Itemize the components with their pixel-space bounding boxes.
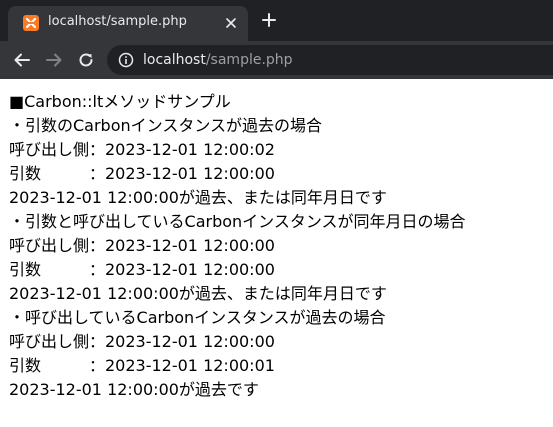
output-lines: ■Carbon::ltメソッドサンプル ・引数のCarbonインスタンスが過去の… — [9, 90, 466, 402]
arrow-right-icon[interactable] — [45, 51, 63, 69]
tab-title: localhost/sample.php — [48, 14, 187, 29]
browser-tab[interactable]: localhost/sample.php — [8, 6, 248, 41]
output-line: ■Carbon::ltメソッドサンプル — [9, 92, 231, 111]
output-line: 2023-12-01 12:00:00が過去、または同年月日です — [9, 188, 387, 207]
output-line: 2023-12-01 12:00:00が過去です — [9, 380, 259, 399]
address-bar[interactable]: localhost/sample.php — [107, 45, 553, 75]
url-path: /sample.php — [205, 52, 293, 68]
reload-icon[interactable] — [77, 51, 95, 69]
tab-strip: localhost/sample.php — [0, 0, 553, 41]
info-icon[interactable] — [118, 52, 134, 68]
output-line: 呼び出し側：2023-12-01 12:00:00 — [9, 236, 275, 255]
output-line: ・引数のCarbonインスタンスが過去の場合 — [9, 116, 323, 135]
output-line: 引数 ：2023-12-01 12:00:00 — [9, 260, 275, 279]
arrow-left-icon[interactable] — [13, 51, 31, 69]
output-line: 呼び出し側：2023-12-01 12:00:00 — [9, 332, 275, 351]
output-line: 引数 ：2023-12-01 12:00:01 — [9, 356, 275, 375]
page-content: ■Carbon::ltメソッドサンプル ・引数のCarbonインスタンスが過去の… — [0, 79, 553, 427]
plus-icon[interactable] — [261, 12, 277, 28]
url-host: localhost — [143, 52, 206, 68]
url-text[interactable]: localhost/sample.php — [143, 51, 293, 69]
output-line: 引数 ：2023-12-01 12:00:00 — [9, 164, 275, 183]
xampp-favicon-icon — [23, 15, 39, 31]
output-line: 呼び出し側：2023-12-01 12:00:02 — [9, 140, 275, 159]
close-icon[interactable] — [223, 15, 239, 31]
output-line: 2023-12-01 12:00:00が過去、または同年月日です — [9, 284, 387, 303]
output-line: ・呼び出しているCarbonインスタンスが過去の場合 — [9, 308, 386, 327]
output-line: ・引数と呼び出しているCarbonインスタンスが同年月日の場合 — [9, 212, 466, 231]
browser-toolbar: localhost/sample.php — [0, 41, 553, 79]
